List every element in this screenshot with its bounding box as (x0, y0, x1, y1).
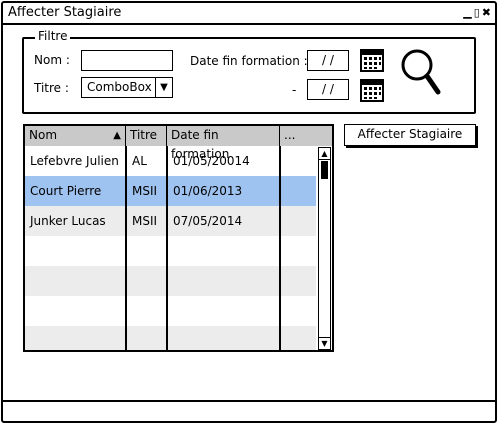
column-header-titre[interactable]: Titre (126, 126, 167, 146)
calendar-icon[interactable] (360, 78, 384, 102)
column-header-nom[interactable]: Nom ▲ (25, 126, 126, 146)
close-icon[interactable]: ✖ (482, 6, 491, 19)
minimize-icon[interactable]: ▁ (463, 6, 471, 19)
cell-titre: MSII (132, 184, 158, 198)
cell-nom: Junker Lucas (30, 214, 106, 228)
column-divider (166, 146, 168, 350)
nom-input[interactable] (81, 50, 173, 71)
column-header-more[interactable]: ... (280, 126, 318, 146)
titre-combobox-value: ComboBox (87, 80, 152, 94)
cell-titre: AL (132, 154, 147, 168)
column-divider (125, 146, 127, 350)
date-to-input[interactable]: / / (307, 79, 349, 100)
calendar-icon[interactable] (360, 48, 384, 72)
cell-nom: Lefebvre Julien (30, 154, 119, 168)
chevron-down-icon[interactable]: ▼ (155, 78, 172, 97)
window-title: Affecter Stagiaire (8, 5, 122, 20)
column-header-label: Nom (29, 128, 58, 142)
cell-date: 01/06/2013 (173, 184, 243, 198)
window-controls: ▁ ▯ ✖ (463, 6, 491, 19)
cell-date: 01/05/20014 (173, 154, 250, 168)
date-range-dash: - (292, 83, 297, 97)
titre-label: Titre : (34, 81, 69, 95)
table-row[interactable]: Junker Lucas MSII 07/05/2014 (25, 206, 316, 236)
table-row-empty (25, 296, 316, 326)
table-row-selected[interactable]: Court Pierre MSII 01/06/2013 (25, 176, 316, 206)
cell-date: 07/05/2014 (173, 214, 243, 228)
title-bar: Affecter Stagiaire ▁ ▯ ✖ (3, 3, 495, 25)
table-row-empty (25, 266, 316, 296)
table-scrollbar[interactable]: ▲ ▼ (318, 147, 331, 350)
sort-ascending-icon: ▲ (113, 130, 121, 141)
affecter-stagiaire-button[interactable]: Affecter Stagiaire (344, 124, 476, 146)
table-header: Nom ▲ Titre Date fin formation ... (25, 126, 332, 161)
nom-label: Nom : (34, 53, 70, 67)
date-from-input[interactable]: / / (307, 50, 349, 71)
date-fin-formation-label: Date fin formation : (190, 54, 308, 68)
column-header-date[interactable]: Date fin formation (167, 126, 280, 161)
scroll-up-icon[interactable]: ▲ (319, 148, 330, 160)
status-bar (3, 400, 495, 421)
titre-combobox[interactable]: ComboBox ▼ (81, 77, 173, 98)
table-row-empty (25, 236, 316, 266)
column-divider (279, 146, 281, 350)
search-icon[interactable] (400, 48, 442, 96)
cell-nom: Court Pierre (30, 184, 102, 198)
stagiaire-table: Nom ▲ Titre Date fin formation ... Lefeb… (23, 124, 334, 352)
table-row-empty (25, 326, 316, 350)
table-row[interactable]: Lefebvre Julien AL 01/05/20014 (25, 146, 316, 176)
scrollbar-thumb[interactable] (321, 161, 328, 179)
cell-titre: MSII (132, 214, 158, 228)
scroll-down-icon[interactable]: ▼ (319, 337, 330, 349)
maximize-icon[interactable]: ▯ (474, 6, 480, 19)
filter-legend: Filtre (35, 29, 71, 43)
